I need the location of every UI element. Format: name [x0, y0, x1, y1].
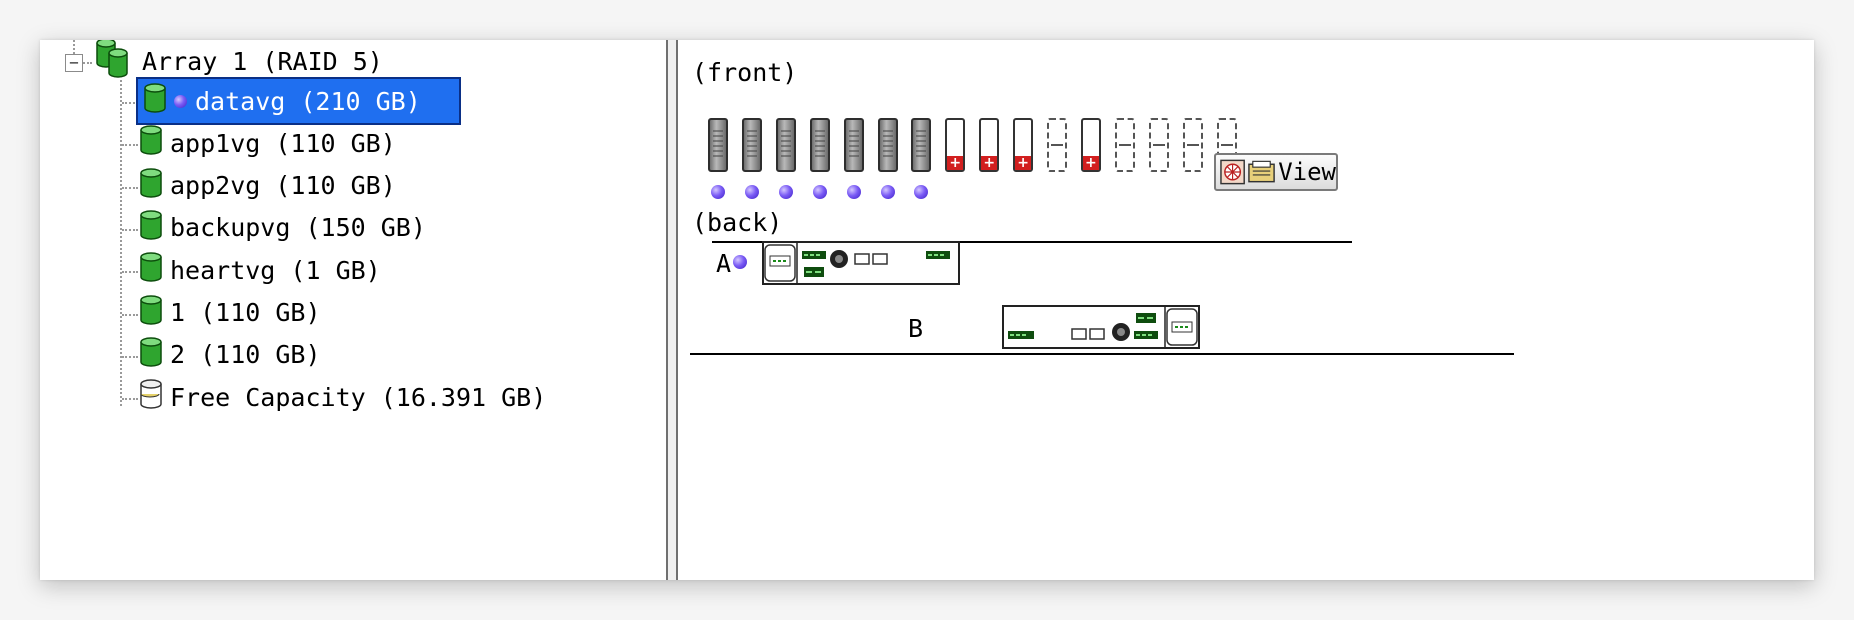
drive-slot-8[interactable]	[945, 118, 966, 172]
tree-connector	[122, 271, 138, 274]
tree-node-logical-drive[interactable]: 2 (110 GB)	[138, 336, 327, 374]
status-led-icon	[174, 94, 187, 108]
drive-slot-6[interactable]	[877, 118, 898, 172]
tree-node-content: Free Capacity (16.391 GB)	[138, 378, 552, 416]
logical-drive-icon	[142, 82, 168, 120]
controller-view-icon	[1248, 160, 1275, 183]
tree-connector	[122, 102, 138, 104]
logical-tree-pane[interactable]: − Array 1 (RAID 5) datavg (210 GB) app1vg…	[40, 40, 670, 580]
logical-drive-icon	[138, 294, 164, 332]
tree-node-label: heartvg (1 GB)	[170, 255, 381, 285]
tree-node-label: Free Capacity (16.391 GB)	[170, 382, 547, 412]
drive-status-led-icon	[711, 185, 725, 199]
logical-drive-icon	[138, 251, 164, 289]
tree-node-content: backupvg (150 GB)	[138, 209, 432, 247]
drive-slot-15[interactable]	[1182, 118, 1203, 172]
tree-node-array[interactable]: Array 1 (RAID 5)	[94, 40, 389, 80]
array-icon	[94, 40, 136, 85]
drive-slot-4[interactable]	[809, 118, 830, 172]
tree-node-logical-drive[interactable]: heartvg (1 GB)	[138, 251, 387, 289]
drive-slot-5[interactable]	[843, 118, 864, 172]
tree-node-label: app1vg (110 GB)	[170, 128, 396, 158]
logical-drive-icon	[138, 167, 164, 205]
tree-node-logical-drive[interactable]: app1vg (110 GB)	[138, 124, 402, 162]
controller-a[interactable]	[762, 241, 960, 285]
enclosure-view-icon	[1220, 159, 1245, 185]
tree-node-label: datavg (210 GB)	[195, 86, 421, 116]
drive-status-led-icon	[914, 185, 929, 199]
tree-node-logical-drive[interactable]: app2vg (110 GB)	[138, 167, 402, 205]
tree-connector	[73, 40, 75, 54]
drive-slot-9[interactable]	[979, 118, 1000, 172]
drive-slot-2[interactable]	[741, 118, 762, 172]
back-divider	[690, 353, 1514, 355]
drive-status-led-icon	[880, 185, 895, 199]
controller-b[interactable]	[1002, 305, 1200, 349]
physical-view-pane: (front) View (back) A	[680, 40, 1814, 580]
controller-a-graphic	[764, 243, 950, 283]
controller-a-label: A	[716, 249, 732, 278]
tree-connector	[122, 313, 138, 316]
drive-slot-12[interactable]	[1080, 118, 1101, 172]
drive-slot-3[interactable]	[775, 118, 796, 172]
tree-connector	[122, 186, 138, 189]
drive-slot-14[interactable]	[1148, 118, 1169, 172]
tree-node-label: backupvg (150 GB)	[170, 213, 426, 243]
tree-node-content: 2 (110 GB)	[138, 336, 327, 374]
storage-manager-window: − Array 1 (RAID 5) datavg (210 GB) app1vg…	[40, 40, 1814, 580]
drive-status-led-icon	[846, 185, 861, 199]
array-label: Array 1 (RAID 5)	[142, 46, 383, 76]
drive-slot-7[interactable]	[911, 118, 932, 172]
logical-drive-icon	[138, 209, 164, 247]
free-capacity-icon	[138, 378, 164, 416]
view-button[interactable]: View	[1214, 153, 1338, 191]
pane-splitter[interactable]	[666, 40, 678, 580]
tree-connector	[122, 355, 138, 358]
tree-node-content: app1vg (110 GB)	[138, 124, 402, 162]
controller-a-led	[733, 255, 747, 269]
drive-slot-11[interactable]	[1047, 118, 1067, 172]
tree-node-label: 1 (110 GB)	[170, 298, 321, 327]
tree-connector	[122, 228, 138, 231]
tree-node-logical-drive[interactable]: backupvg (150 GB)	[138, 209, 432, 247]
collapse-toggle-icon[interactable]: −	[65, 54, 83, 72]
back-label: (back)	[692, 208, 783, 237]
tree-node-content: 1 (110 GB)	[138, 294, 327, 332]
drive-status-led-icon	[778, 185, 793, 199]
tree-connector	[122, 144, 138, 147]
tree-node-content: app2vg (110 GB)	[138, 167, 402, 205]
controller-b-graphic	[1008, 307, 1198, 347]
drive-status-led-icon	[744, 185, 759, 199]
logical-drive-icon	[138, 124, 164, 162]
drive-slot-13[interactable]	[1114, 118, 1135, 172]
front-label: (front)	[692, 58, 798, 87]
drive-slot-10[interactable]	[1013, 118, 1034, 172]
tree-node-logical-drive[interactable]: 1 (110 GB)	[138, 294, 327, 332]
controller-b-label: B	[908, 314, 924, 343]
tree-node-content: heartvg (1 GB)	[138, 251, 387, 289]
tree-connector	[122, 398, 138, 401]
drive-status-led-icon	[812, 185, 827, 199]
tree-node-label: 2 (110 GB)	[170, 340, 321, 370]
view-button-label: View	[1278, 158, 1336, 186]
selection-highlight: datavg (210 GB)	[136, 77, 461, 125]
tree-node-label: app2vg (110 GB)	[170, 171, 396, 201]
tree-node-logical-drive[interactable]: datavg (210 GB)	[136, 77, 461, 125]
drive-slot-1[interactable]	[708, 118, 728, 172]
tree-node-logical-drive[interactable]: Free Capacity (16.391 GB)	[138, 378, 552, 416]
logical-drive-icon	[138, 336, 164, 374]
